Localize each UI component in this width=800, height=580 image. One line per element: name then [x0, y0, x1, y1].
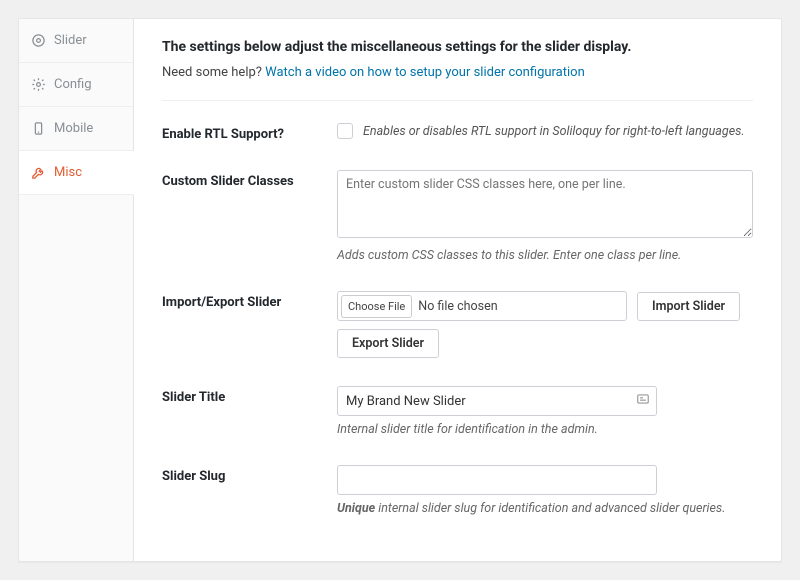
row-rtl: Enable RTL Support? Enables or disables … [162, 123, 753, 142]
help-line: Need some help? Watch a video on how to … [162, 65, 753, 80]
rtl-checkbox[interactable] [337, 123, 353, 139]
slug-desc-strong: Unique [337, 501, 375, 516]
classes-desc: Adds custom CSS classes to this slider. … [337, 248, 753, 263]
wrench-icon [31, 165, 46, 180]
help-prefix: Need some help? [162, 65, 265, 80]
tab-content: The settings below adjust the miscellane… [134, 19, 781, 561]
page-title: The settings below adjust the miscellane… [162, 39, 753, 55]
file-picker[interactable]: Choose File No file chosen [337, 291, 627, 321]
tab-list: Slider Config Mobile Misc [19, 19, 134, 561]
tab-label: Mobile [54, 121, 93, 136]
help-video-link[interactable]: Watch a video on how to setup your slide… [265, 65, 585, 80]
card-icon [636, 392, 650, 410]
slider-slug-input[interactable] [337, 465, 657, 495]
row-slug: Slider Slug Unique internal slider slug … [162, 465, 753, 516]
rtl-desc: Enables or disables RTL support in Solil… [363, 124, 745, 139]
row-classes: Custom Slider Classes Adds custom CSS cl… [162, 170, 753, 263]
row-title: Slider Title Internal slider title for i… [162, 386, 753, 437]
classes-textarea[interactable] [337, 170, 753, 238]
tab-config[interactable]: Config [19, 63, 133, 107]
label-rtl: Enable RTL Support? [162, 123, 337, 142]
gear-icon [31, 77, 46, 92]
label-title: Slider Title [162, 386, 337, 405]
label-slug: Slider Slug [162, 465, 337, 484]
mobile-icon [31, 121, 46, 136]
slider-icon [31, 33, 46, 48]
divider [162, 100, 753, 101]
tab-misc[interactable]: Misc [19, 151, 134, 195]
export-slider-button[interactable]: Export Slider [337, 329, 439, 358]
tab-label: Config [54, 77, 92, 92]
tab-label: Slider [54, 33, 87, 48]
tab-mobile[interactable]: Mobile [19, 107, 133, 151]
choose-file-button[interactable]: Choose File [341, 295, 412, 318]
import-slider-button[interactable]: Import Slider [637, 292, 740, 321]
row-import-export: Import/Export Slider Choose File No file… [162, 291, 753, 358]
settings-panel: Slider Config Mobile Misc The settings b… [18, 18, 782, 562]
label-classes: Custom Slider Classes [162, 170, 337, 189]
slug-desc-rest: internal slider slug for identification … [375, 501, 725, 516]
label-import-export: Import/Export Slider [162, 291, 337, 310]
file-status: No file chosen [416, 299, 497, 314]
tab-label: Misc [54, 165, 82, 180]
slug-desc: Unique internal slider slug for identifi… [337, 501, 753, 516]
tab-slider[interactable]: Slider [19, 19, 133, 63]
slider-title-input[interactable] [337, 386, 657, 416]
title-desc: Internal slider title for identification… [337, 422, 753, 437]
